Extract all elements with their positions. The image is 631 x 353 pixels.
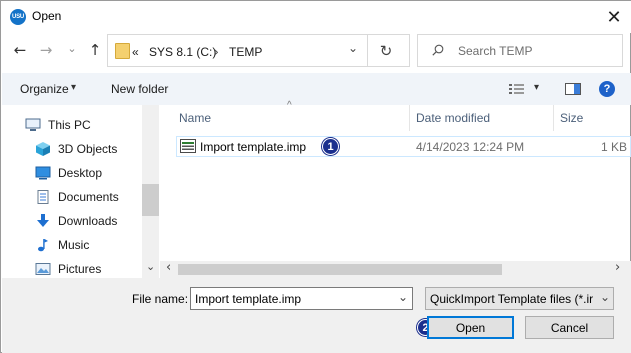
open-dialog: USU Open ✕ ← → ⌄ ↑ « SYS 8.1 (C:) › TEMP… bbox=[0, 0, 631, 353]
sidebar-item-music[interactable]: Music bbox=[35, 234, 89, 256]
view-dropdown-icon[interactable]: ▾ bbox=[534, 82, 539, 93]
file-date-modified: 4/14/2023 12:24 PM bbox=[416, 140, 525, 154]
search-icon bbox=[432, 44, 444, 56]
computer-icon bbox=[25, 118, 41, 131]
address-dropdown-chevron-icon[interactable]: ⌄ bbox=[348, 41, 358, 55]
pictures-icon bbox=[35, 263, 51, 275]
sidebar-item-desktop[interactable]: Desktop bbox=[35, 162, 102, 184]
address-divider bbox=[367, 34, 368, 67]
horizontal-scrollbar-thumb[interactable] bbox=[178, 264, 502, 275]
sort-ascending-icon: ^ bbox=[287, 100, 292, 111]
sidebar-item-label: Music bbox=[58, 238, 90, 252]
folder-icon bbox=[115, 43, 130, 59]
sidebar-item-label: Downloads bbox=[58, 214, 118, 228]
view-options-icon[interactable] bbox=[509, 83, 525, 95]
help-icon[interactable]: ? bbox=[599, 81, 615, 97]
column-header-date-modified[interactable]: Date modified bbox=[416, 111, 490, 125]
address-bar[interactable]: « SYS 8.1 (C:) › TEMP ⌄ bbox=[107, 34, 410, 67]
search-placeholder: Search TEMP bbox=[458, 44, 533, 58]
file-size: 1 KB bbox=[601, 140, 628, 154]
organize-dropdown-icon[interactable]: ▾ bbox=[71, 82, 76, 93]
step-1-badge: 1 bbox=[322, 138, 339, 155]
file-type-value[interactable]: QuickImport Template files (*.ir bbox=[430, 292, 593, 306]
sidebar-scroll-down-icon[interactable]: ⌄ bbox=[146, 260, 155, 273]
new-folder-button[interactable]: New folder bbox=[111, 82, 168, 96]
sidebar-item-documents[interactable]: Documents bbox=[35, 186, 119, 208]
search-box[interactable]: Search TEMP bbox=[417, 34, 623, 67]
scroll-left-icon[interactable]: ‹ bbox=[166, 260, 171, 275]
imp-file-icon bbox=[180, 139, 196, 153]
download-icon bbox=[37, 214, 49, 227]
recent-locations-chevron-icon[interactable]: ⌄ bbox=[65, 39, 79, 57]
sidebar-item-this-pc[interactable]: This PC bbox=[25, 114, 91, 136]
column-header-size[interactable]: Size bbox=[560, 111, 583, 125]
sidebar-item-label: Desktop bbox=[58, 166, 103, 180]
scroll-right-icon[interactable]: › bbox=[615, 260, 620, 275]
breadcrumb-folder[interactable]: TEMP bbox=[229, 45, 262, 59]
cube-icon bbox=[36, 142, 50, 156]
file-name[interactable]: Import template.imp bbox=[200, 140, 306, 154]
documents-icon bbox=[37, 190, 49, 204]
desktop-icon bbox=[35, 166, 51, 180]
back-arrow-icon[interactable]: ← bbox=[11, 41, 29, 59]
sidebar-item-downloads[interactable]: Downloads bbox=[35, 210, 117, 232]
forward-arrow-icon[interactable]: → bbox=[37, 41, 55, 59]
preview-pane-icon[interactable] bbox=[565, 83, 581, 95]
column-divider[interactable] bbox=[409, 105, 410, 131]
file-type-filter[interactable]: QuickImport Template files (*.ir ⌄ bbox=[425, 287, 614, 310]
column-header-name[interactable]: Name bbox=[179, 111, 211, 125]
open-button[interactable]: Open bbox=[427, 316, 514, 339]
music-icon bbox=[38, 239, 48, 252]
organize-button[interactable]: Organize bbox=[20, 82, 69, 96]
address-overflow[interactable]: « bbox=[132, 45, 139, 59]
sidebar-item-label: Documents bbox=[58, 190, 119, 204]
breadcrumb-drive[interactable]: SYS 8.1 (C:) bbox=[149, 45, 216, 59]
sidebar-scrollbar-thumb[interactable] bbox=[142, 184, 159, 216]
app-logo-icon: USU bbox=[10, 9, 26, 25]
file-name-dropdown-icon[interactable]: ⌄ bbox=[398, 290, 408, 304]
sidebar-item-3d-objects[interactable]: 3D Objects bbox=[35, 138, 117, 160]
window-title: Open bbox=[32, 9, 62, 23]
file-name-value[interactable]: Import template.imp bbox=[195, 292, 301, 306]
sidebar-item-pictures[interactable]: Pictures bbox=[35, 258, 101, 280]
breadcrumb-separator-icon[interactable]: › bbox=[214, 45, 219, 59]
up-arrow-icon[interactable]: ↑ bbox=[86, 41, 104, 59]
refresh-icon[interactable]: ↻ bbox=[374, 39, 398, 63]
sidebar-item-label: This PC bbox=[48, 118, 91, 132]
sidebar-item-label: 3D Objects bbox=[58, 142, 118, 156]
title-bar bbox=[1, 1, 631, 33]
column-divider[interactable] bbox=[553, 105, 554, 131]
file-name-field[interactable]: Import template.imp ⌄ bbox=[190, 287, 413, 310]
file-type-dropdown-icon[interactable]: ⌄ bbox=[598, 290, 611, 304]
cancel-button[interactable]: Cancel bbox=[525, 316, 614, 339]
file-name-label: File name: bbox=[132, 292, 189, 306]
close-icon[interactable]: ✕ bbox=[603, 6, 625, 28]
sidebar-item-label: Pictures bbox=[58, 262, 102, 276]
